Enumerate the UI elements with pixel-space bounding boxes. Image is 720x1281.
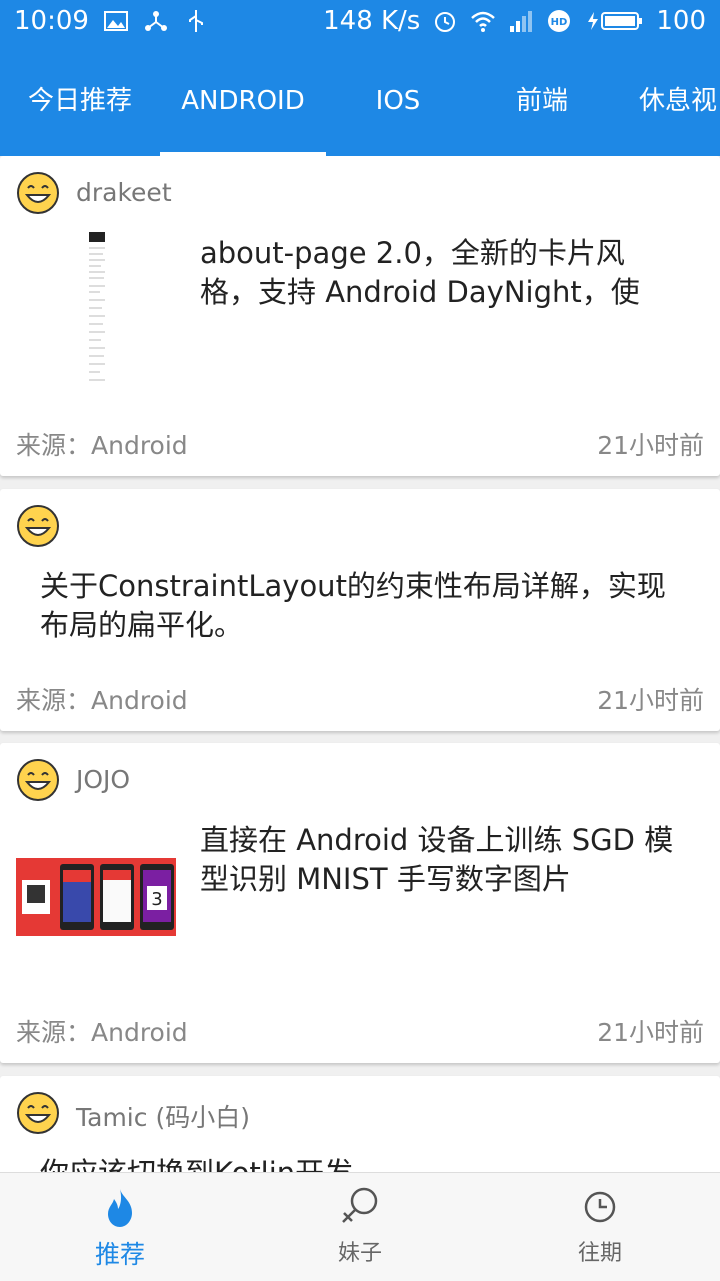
nav-recommend[interactable]: 推荐 xyxy=(0,1173,240,1281)
article-title: 你应该切换到Kotlin开发 xyxy=(40,1154,680,1172)
network-speed: 148 K/s xyxy=(323,6,421,36)
author-name: JOJO xyxy=(76,765,131,794)
feed-card[interactable]: Tamic (码小白) 你应该切换到Kotlin开发 xyxy=(0,1076,720,1172)
tab-frontend[interactable]: 前端 xyxy=(470,46,614,156)
usb-share-icon xyxy=(144,11,167,31)
nav-girls[interactable]: 妹子 xyxy=(240,1173,480,1281)
author-name: drakeet xyxy=(76,178,172,207)
feed-card[interactable]: JOJO 3 直接在 Android 设备上训练 SGD 模型识别 MNIST … xyxy=(0,743,720,1063)
article-source: 来源：Android xyxy=(16,686,188,715)
tab-ios[interactable]: IOS xyxy=(326,46,470,156)
article-time: 21小时前 xyxy=(597,1018,704,1047)
image-icon xyxy=(103,11,128,31)
author-name: Tamic (码小白) xyxy=(76,1103,250,1132)
smiley-avatar-icon xyxy=(17,172,59,214)
signal-icon xyxy=(510,11,533,32)
flame-icon xyxy=(108,1189,132,1227)
tab-android[interactable]: ANDROID xyxy=(160,46,326,156)
feed-card[interactable]: drakeet about-page 2.0，全新的卡片风格，支持 Androi… xyxy=(0,156,720,476)
usb-icon xyxy=(188,10,203,32)
battery-icon xyxy=(588,12,643,30)
female-symbol-icon xyxy=(342,1187,378,1223)
article-time: 21小时前 xyxy=(597,686,704,715)
status-bar: 10:09 148 K/s HD 100 xyxy=(0,0,720,46)
status-time: 10:09 xyxy=(14,6,89,36)
article-title: 关于ConstraintLayout的约束性布局详解，实现布局的扁平化。 xyxy=(40,569,666,642)
article-title: 直接在 Android 设备上训练 SGD 模型识别 MNIST 手写数字图片 xyxy=(200,823,674,896)
clock-icon xyxy=(584,1191,616,1223)
svg-text:3: 3 xyxy=(151,889,162,910)
hd-icon: HD xyxy=(548,10,571,32)
battery-level: 100 xyxy=(656,6,706,36)
nav-history[interactable]: 往期 xyxy=(480,1173,720,1281)
article-source: 来源：Android xyxy=(16,431,188,460)
category-tabs: 今日推荐 ANDROID IOS 前端 休息视 xyxy=(0,46,720,156)
wifi-icon xyxy=(471,11,496,32)
article-source: 来源：Android xyxy=(16,1018,188,1047)
article-title: about-page 2.0，全新的卡片风格，支持 Android DayNig… xyxy=(200,236,640,309)
nav-label: 推荐 xyxy=(94,1240,145,1269)
nav-label: 往期 xyxy=(577,1241,622,1266)
article-time: 21小时前 xyxy=(597,431,704,460)
feed-card[interactable]: 关于ConstraintLayout的约束性布局详解，实现布局的扁平化。 来源：… xyxy=(0,489,720,731)
smiley-avatar-icon xyxy=(17,505,59,547)
alarm-icon xyxy=(435,12,456,32)
tab-relax-video[interactable]: 休息视 xyxy=(614,46,720,156)
smiley-avatar-icon xyxy=(17,759,59,801)
smiley-avatar-icon xyxy=(17,1092,59,1134)
bottom-navigation: 推荐 妹子 往期 xyxy=(0,1172,720,1281)
tab-today[interactable]: 今日推荐 xyxy=(0,46,160,156)
svg-text:HD: HD xyxy=(551,17,568,28)
feed-list[interactable]: drakeet about-page 2.0，全新的卡片风格，支持 Androi… xyxy=(0,156,720,1172)
article-thumbnail xyxy=(86,230,108,390)
nav-label: 妹子 xyxy=(337,1241,382,1266)
article-thumbnail: 3 xyxy=(16,858,176,936)
